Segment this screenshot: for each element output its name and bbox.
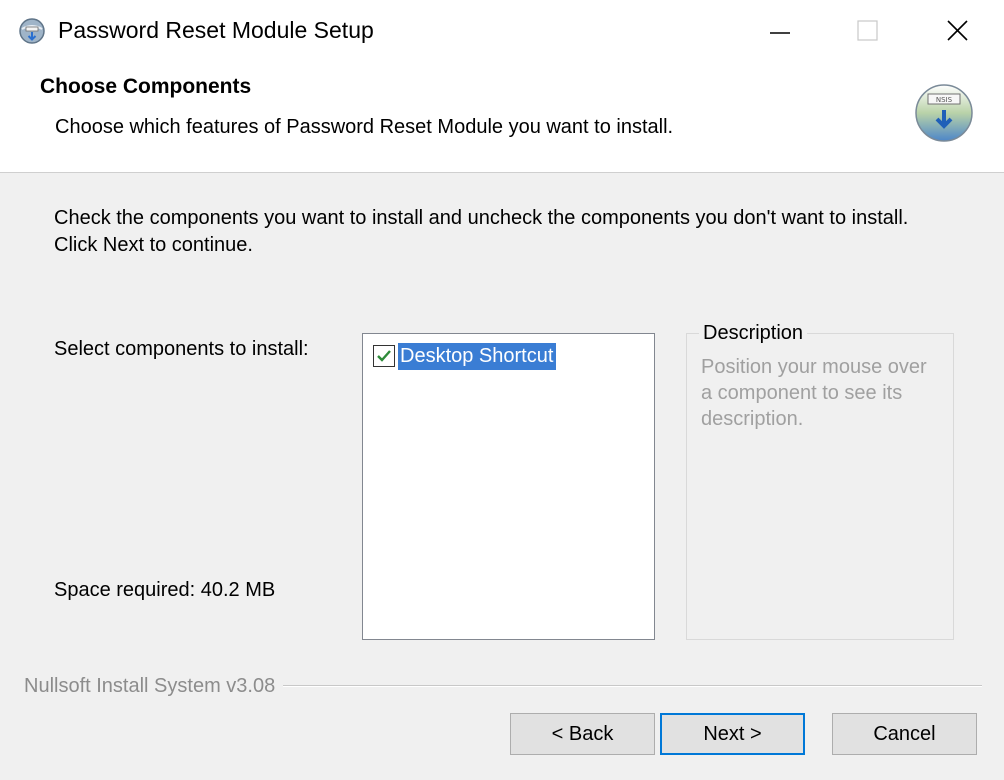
instructions-text: Check the components you want to install… bbox=[54, 207, 909, 256]
installer-globe-icon bbox=[19, 18, 45, 44]
maximize-button bbox=[840, 10, 896, 52]
component-item-desktop-shortcut[interactable]: Desktop Shortcut bbox=[373, 342, 557, 370]
maximize-icon bbox=[857, 20, 878, 41]
installer-window: Password Reset Module Setup Choose Compo… bbox=[0, 0, 1004, 780]
next-button[interactable]: Next > bbox=[660, 713, 805, 755]
page-header: Choose Components Choose which features … bbox=[0, 62, 1004, 173]
page-title: Choose Components bbox=[40, 75, 252, 98]
minimize-icon bbox=[770, 32, 790, 34]
svg-text:NSIS: NSIS bbox=[936, 96, 953, 104]
minimize-button[interactable] bbox=[752, 10, 808, 52]
description-text: Position your mouse over a component to … bbox=[701, 356, 927, 430]
branding-divider bbox=[283, 685, 982, 687]
cancel-button[interactable]: Cancel bbox=[832, 713, 977, 755]
close-icon bbox=[947, 20, 968, 41]
description-groupbox: Description Position your mouse over a c… bbox=[686, 322, 954, 640]
description-legend: Description bbox=[699, 322, 808, 345]
component-label: Desktop Shortcut bbox=[398, 342, 557, 370]
back-button[interactable]: < Back bbox=[510, 713, 655, 755]
page-subtitle: Choose which features of Password Reset … bbox=[55, 116, 674, 138]
space-required-label: Space required: 40.2 MB bbox=[54, 579, 276, 601]
branding-text: Nullsoft Install System v3.08 bbox=[24, 674, 276, 697]
components-tree[interactable]: Desktop Shortcut bbox=[362, 333, 655, 640]
checkmark-icon bbox=[377, 350, 391, 362]
title-bar[interactable]: Password Reset Module Setup bbox=[0, 0, 1004, 62]
window-title: Password Reset Module Setup bbox=[58, 17, 374, 43]
branding-line: Nullsoft Install System v3.08 bbox=[24, 674, 982, 698]
nsis-logo-icon: NSIS bbox=[915, 84, 973, 142]
close-button[interactable] bbox=[930, 10, 986, 52]
select-components-label: Select components to install: bbox=[54, 338, 309, 360]
component-checkbox[interactable] bbox=[373, 345, 395, 367]
